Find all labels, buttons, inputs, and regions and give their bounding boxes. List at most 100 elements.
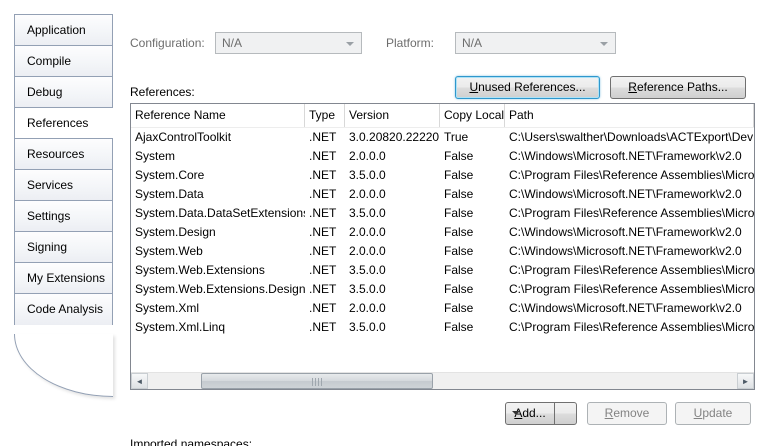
- scroll-left-button[interactable]: ◄: [131, 373, 148, 389]
- cell-reference-name: System.Xml.Linq: [131, 318, 305, 337]
- unused-references-button[interactable]: Unused References...: [455, 76, 600, 99]
- scrollbar-thumb[interactable]: [201, 373, 433, 389]
- table-row[interactable]: System.Web.Extensions .NET 3.5.0.0 False…: [131, 261, 754, 280]
- cell-version: 2.0.0.0: [345, 147, 440, 166]
- arrow-right-icon: ►: [742, 377, 750, 386]
- cell-copy-local: False: [440, 204, 505, 223]
- platform-label: Platform:: [386, 36, 434, 51]
- platform-dropdown[interactable]: N/A: [455, 32, 616, 54]
- sidebar-item-debug[interactable]: Debug: [15, 77, 112, 108]
- project-properties-page: Application Compile Debug References Res…: [0, 0, 779, 446]
- sidebar: Application Compile Debug References Res…: [14, 14, 113, 325]
- sidebar-item-settings[interactable]: Settings: [15, 201, 112, 232]
- arrow-left-icon: ◄: [136, 377, 144, 386]
- cell-path: C:\Windows\Microsoft.NET\Framework\v2.0: [505, 147, 754, 166]
- sidebar-item-my-extensions[interactable]: My Extensions: [15, 263, 112, 294]
- cell-type: .NET: [305, 185, 345, 204]
- cell-type: .NET: [305, 280, 345, 299]
- table-row[interactable]: System.Web.Extensions.Design .NET 3.5.0.…: [131, 280, 754, 299]
- cell-reference-name: System.Web.Extensions.Design: [131, 280, 305, 299]
- cell-version: 3.0.20820.22220: [345, 128, 440, 147]
- cell-copy-local: False: [440, 299, 505, 318]
- cell-reference-name: System: [131, 147, 305, 166]
- add-button-group: Add...: [505, 402, 577, 425]
- cell-copy-local: False: [440, 185, 505, 204]
- cell-copy-local: False: [440, 147, 505, 166]
- table-row[interactable]: System.Data .NET 2.0.0.0 False C:\Window…: [131, 185, 754, 204]
- cell-copy-local: False: [440, 318, 505, 337]
- cell-path: C:\Windows\Microsoft.NET\Framework\v2.0: [505, 242, 754, 261]
- remove-button[interactable]: Remove: [587, 402, 667, 425]
- sidebar-item-references[interactable]: References: [15, 108, 113, 139]
- table-row[interactable]: System.Xml .NET 2.0.0.0 False C:\Windows…: [131, 299, 754, 318]
- column-header-path[interactable]: Path: [505, 104, 754, 127]
- unused-references-button-label: Unused References...: [456, 77, 599, 98]
- sidebar-item-signing[interactable]: Signing: [15, 232, 112, 263]
- cell-version: 2.0.0.0: [345, 185, 440, 204]
- table-row[interactable]: System.Xml.Linq .NET 3.5.0.0 False C:\Pr…: [131, 318, 754, 337]
- cell-version: 3.5.0.0: [345, 166, 440, 185]
- cell-type: .NET: [305, 128, 345, 147]
- cell-path: C:\Windows\Microsoft.NET\Framework\v2.0: [505, 299, 754, 318]
- column-header-version[interactable]: Version: [345, 104, 440, 127]
- table-row[interactable]: System.Web .NET 2.0.0.0 False C:\Windows…: [131, 242, 754, 261]
- cell-copy-local: False: [440, 261, 505, 280]
- chevron-down-icon: [600, 42, 608, 46]
- cell-path: C:\Users\swalther\Downloads\ACTExport\De…: [505, 128, 754, 147]
- cell-reference-name: System.Data.DataSetExtensions: [131, 204, 305, 223]
- configuration-dropdown[interactable]: N/A: [215, 32, 362, 54]
- cell-copy-local: True: [440, 128, 505, 147]
- table-row[interactable]: System.Design .NET 2.0.0.0 False C:\Wind…: [131, 223, 754, 242]
- references-label: References:: [130, 85, 195, 100]
- cell-path: C:\Program Files\Reference Assemblies\Mi…: [505, 280, 754, 299]
- column-header-type[interactable]: Type: [305, 104, 345, 127]
- scrollbar-grip-icon: [312, 378, 322, 386]
- reference-paths-button[interactable]: Reference Paths...: [610, 76, 746, 99]
- sidebar-item-application[interactable]: Application: [15, 15, 112, 46]
- cell-copy-local: False: [440, 280, 505, 299]
- table-row[interactable]: System .NET 2.0.0.0 False C:\Windows\Mic…: [131, 147, 754, 166]
- platform-value: N/A: [462, 36, 482, 50]
- chevron-down-icon: [512, 411, 520, 415]
- table-body: AjaxControlToolkit .NET 3.0.20820.22220 …: [131, 128, 754, 337]
- sidebar-item-resources[interactable]: Resources: [15, 139, 112, 170]
- cell-copy-local: False: [440, 242, 505, 261]
- sidebar-item-compile[interactable]: Compile: [15, 46, 112, 77]
- cell-type: .NET: [305, 147, 345, 166]
- table-row[interactable]: AjaxControlToolkit .NET 3.0.20820.22220 …: [131, 128, 754, 147]
- imported-namespaces-label: Imported namespaces:: [130, 437, 252, 446]
- cell-copy-local: False: [440, 223, 505, 242]
- cell-type: .NET: [305, 223, 345, 242]
- cell-version: 3.5.0.0: [345, 280, 440, 299]
- cell-version: 3.5.0.0: [345, 204, 440, 223]
- cell-type: .NET: [305, 299, 345, 318]
- configuration-value: N/A: [222, 36, 242, 50]
- scroll-right-button[interactable]: ►: [737, 373, 754, 389]
- cell-type: .NET: [305, 204, 345, 223]
- table-row[interactable]: System.Data.DataSetExtensions .NET 3.5.0…: [131, 204, 754, 223]
- update-button[interactable]: Update: [675, 402, 751, 425]
- cell-type: .NET: [305, 261, 345, 280]
- cell-reference-name: System.Web.Extensions: [131, 261, 305, 280]
- cell-path: C:\Windows\Microsoft.NET\Framework\v2.0: [505, 223, 754, 242]
- chevron-down-icon: [346, 42, 354, 46]
- configuration-label: Configuration:: [130, 36, 205, 51]
- add-dropdown-button[interactable]: [554, 402, 577, 425]
- cell-copy-local: False: [440, 166, 505, 185]
- cell-reference-name: System.Design: [131, 223, 305, 242]
- sidebar-tail-curve: [14, 334, 113, 397]
- cell-type: .NET: [305, 242, 345, 261]
- reference-paths-button-label: Reference Paths...: [611, 77, 745, 98]
- cell-path: C:\Windows\Microsoft.NET\Framework\v2.0: [505, 185, 754, 204]
- sidebar-item-code-analysis[interactable]: Code Analysis: [15, 294, 112, 325]
- column-header-copy-local[interactable]: Copy Local: [440, 104, 505, 127]
- cell-reference-name: System.Core: [131, 166, 305, 185]
- cell-version: 3.5.0.0: [345, 318, 440, 337]
- sidebar-item-services[interactable]: Services: [15, 170, 112, 201]
- cell-type: .NET: [305, 166, 345, 185]
- cell-version: 2.0.0.0: [345, 242, 440, 261]
- cell-version: 3.5.0.0: [345, 261, 440, 280]
- horizontal-scrollbar[interactable]: ◄ ►: [131, 372, 754, 389]
- table-row[interactable]: System.Core .NET 3.5.0.0 False C:\Progra…: [131, 166, 754, 185]
- column-header-reference-name[interactable]: Reference Name: [131, 104, 305, 127]
